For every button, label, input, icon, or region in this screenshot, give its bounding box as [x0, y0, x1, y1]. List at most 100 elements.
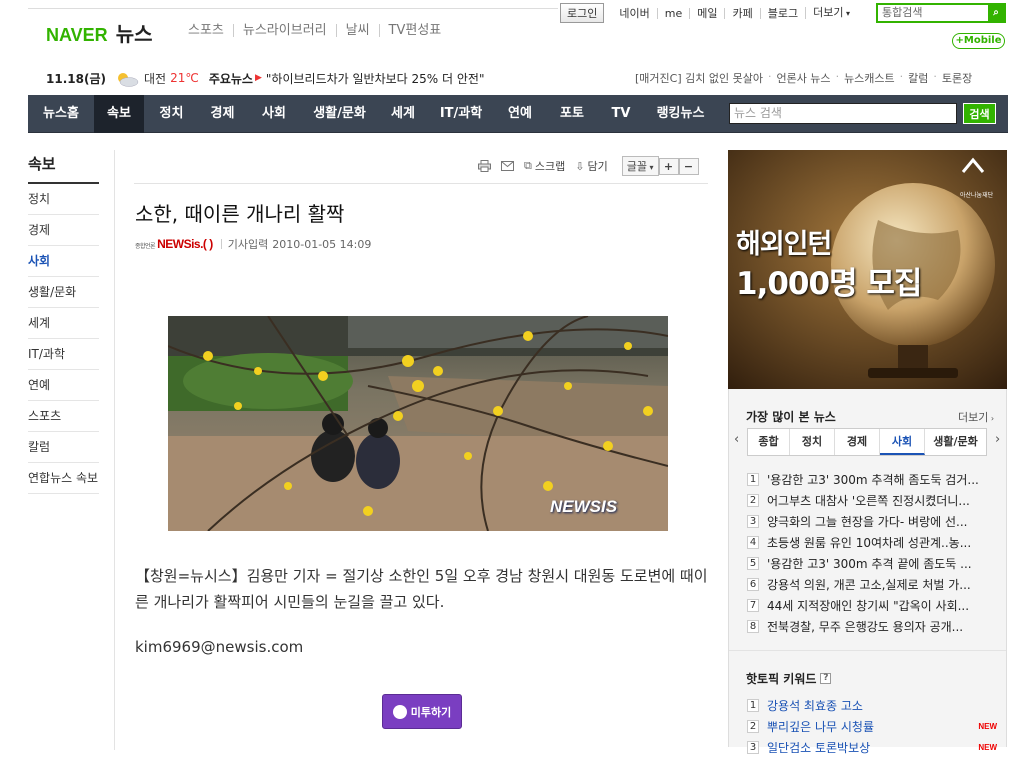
search-icon[interactable]: ⌕ [988, 5, 1004, 21]
news-search-input[interactable]: 뉴스 검색 [729, 103, 957, 124]
hottopic-list: 1 강용석 최효종 고소 2 뿌리깊은 나무 시청률 NEW 3 일단검소 토론박보상 N… [747, 695, 997, 758]
svc-tv[interactable]: TV편성표 [378, 24, 451, 37]
info-link-press[interactable]: 언론사 뉴스 [771, 70, 835, 86]
list-item[interactable]: 3 양극화의 그늘 현장을 가다- 벼랑에 선... [747, 511, 997, 532]
rank-number: 5 [747, 557, 759, 570]
chevron-right-icon[interactable]: › [995, 432, 1000, 447]
weather-city[interactable]: 대전 [144, 70, 166, 87]
headline-link[interactable]: "하이브리드차가 일반차보다 25% 더 안전" [266, 70, 485, 87]
lnb-item-yonhap[interactable]: 연합뉴스 속보 [28, 463, 99, 494]
lnb-item-sports[interactable]: 스포츠 [28, 401, 99, 432]
util-link-blog[interactable]: 블로그 [759, 7, 805, 19]
nav-tv[interactable]: TV [597, 95, 645, 133]
me2day-button[interactable]: 미투하기 [382, 694, 462, 729]
lnb-item-politics[interactable]: 정치 [28, 184, 99, 215]
lnb-item-column[interactable]: 칼럼 [28, 432, 99, 463]
save-button[interactable]: ⇩ 담기 [575, 158, 607, 174]
column-divider [114, 150, 115, 750]
triangle-right-icon: ▶ [254, 73, 262, 83]
lnb-item-entertainment[interactable]: 연예 [28, 370, 99, 401]
list-item[interactable]: 1 강용석 최효종 고소 [747, 695, 997, 716]
util-link-me[interactable]: me [656, 7, 689, 19]
newsis-logo[interactable]: 종합언론 NEWSis.( ) [135, 237, 213, 251]
ad-headline-2: 1,000명 모집 [736, 266, 922, 302]
more-label: 더보기 [958, 411, 989, 424]
info-link-newscast[interactable]: 뉴스캐스트 [839, 70, 900, 86]
article-body: 【창원=뉴시스】김용만 기자 = 절기상 소한인 5일 오후 경남 창원시 대원… [135, 567, 708, 611]
info-link-column[interactable]: 칼럼 [903, 70, 933, 86]
news-search-button[interactable]: 검색 [963, 103, 996, 124]
left-nav-title: 속보 [28, 150, 99, 184]
rank-number: 6 [747, 578, 759, 591]
list-item[interactable]: 7 44세 지적장애인 창기씨 "갑옥이 사회... [747, 595, 997, 616]
util-link-mail[interactable]: 메일 [689, 7, 724, 19]
scrap-button[interactable]: ⧉ 스크랩 [524, 158, 565, 174]
rank-number: 1 [747, 473, 759, 486]
lnb-item-society[interactable]: 사회 [28, 246, 99, 277]
ad-headline-1: 해외인턴 [736, 229, 832, 260]
tab-society[interactable]: 사회 [880, 429, 925, 455]
svc-sports[interactable]: 스포츠 [188, 24, 233, 37]
font-minus-button[interactable]: − [678, 157, 699, 175]
me2day-label: 미투하기 [410, 705, 452, 719]
chevron-left-icon[interactable]: ‹ [734, 432, 739, 447]
font-select[interactable]: 글꼴 ▾ [621, 156, 659, 176]
list-item[interactable]: 2 뿌리깊은 나무 시청률 NEW [747, 716, 997, 737]
list-item[interactable]: 5 '용감한 고3' 300m 추격 끝에 좀도둑 ... [747, 553, 997, 574]
nav-life[interactable]: 생활/문화 [302, 95, 377, 133]
print-icon[interactable] [478, 160, 491, 172]
font-plus-button[interactable]: + [658, 157, 679, 175]
info-link-debate[interactable]: 토론장 [937, 70, 977, 86]
popular-more-link[interactable]: 더보기 › [958, 409, 994, 425]
lnb-item-life[interactable]: 생활/문화 [28, 277, 99, 308]
speech-bubble-icon [392, 704, 407, 719]
mail-icon[interactable] [501, 161, 514, 171]
rank-number: 2 [747, 720, 759, 733]
separator [220, 239, 222, 249]
util-link-naver[interactable]: 네이버 [612, 8, 656, 19]
list-item[interactable]: 6 강용석 의원, 개콘 고소,실제로 처벌 가... [747, 574, 997, 595]
lnb-item-economy[interactable]: 경제 [28, 215, 99, 246]
list-item-title: 강용석 의원, 개콘 고소,실제로 처벌 가... [767, 578, 971, 592]
tab-all[interactable]: 종합 [748, 429, 790, 455]
scrap-icon: ⧉ [524, 159, 532, 172]
rank-number: 7 [747, 599, 759, 612]
ad-banner[interactable]: 해외인턴 1,000명 모집 아산나눔재단 [728, 150, 1007, 389]
popular-list: 1 '용감한 고3' 300m 추격해 좀도둑 검거... 2 어그부츠 대참사 '… [747, 469, 997, 637]
util-link-cafe[interactable]: 카페 [724, 7, 759, 19]
nav-entertainment[interactable]: 연예 [493, 95, 547, 133]
list-item[interactable]: 2 어그부츠 대참사 '오른쪽 진정시켰더니... [747, 490, 997, 511]
nav-politics[interactable]: 정치 [144, 95, 199, 133]
tab-economy[interactable]: 경제 [835, 429, 880, 455]
list-item[interactable]: 8 전북경찰, 무주 은행강도 용의자 공개... [747, 616, 997, 637]
logo[interactable]: NAVER 뉴스 [46, 18, 153, 47]
list-item[interactable]: 1 '용감한 고3' 300m 추격해 좀도둑 검거... [747, 469, 997, 490]
tab-politics[interactable]: 정치 [790, 429, 835, 455]
lnb-item-it[interactable]: IT/과학 [28, 339, 99, 370]
top-search-input[interactable]: 통합검색 [878, 5, 988, 21]
nav-it[interactable]: IT/과학 [429, 95, 493, 133]
nav-photo[interactable]: 포토 [547, 95, 597, 133]
keyword-text: 강용석 최효종 고소 [767, 699, 863, 713]
svc-library[interactable]: 뉴스라이브러리 [232, 24, 336, 37]
nav-breaking[interactable]: 속보 [94, 95, 144, 133]
nav-world[interactable]: 세계 [377, 95, 429, 133]
nav-ranking[interactable]: 랭킹뉴스 [645, 95, 716, 133]
help-icon[interactable]: ? [820, 673, 832, 684]
info-link-magazine[interactable]: [매거진C] 김치 없인 못살아 [630, 70, 768, 86]
rank-number: 1 [747, 699, 759, 712]
list-item[interactable]: 3 일단검소 토론박보상 NEW [747, 737, 997, 758]
save-label: 담기 [587, 160, 608, 173]
nav-society[interactable]: 사회 [246, 95, 302, 133]
svc-weather[interactable]: 날씨 [335, 24, 379, 37]
photo-watermark: NEWSIS [550, 497, 618, 516]
top-search-box[interactable]: 통합검색 ⌕ [876, 3, 1006, 23]
util-link-more[interactable]: 더보기 ▾ [805, 7, 857, 19]
tab-life[interactable]: 생활/문화 [925, 429, 986, 455]
lnb-item-world[interactable]: 세계 [28, 308, 99, 339]
mobile-link[interactable]: +Mobile [952, 33, 1005, 49]
nav-economy[interactable]: 경제 [199, 95, 246, 133]
nav-news-home[interactable]: 뉴스홈 [28, 95, 94, 133]
list-item[interactable]: 4 초등생 원룸 유인 10여차례 성관계..농... [747, 532, 997, 553]
login-button[interactable]: 로그인 [560, 3, 605, 23]
